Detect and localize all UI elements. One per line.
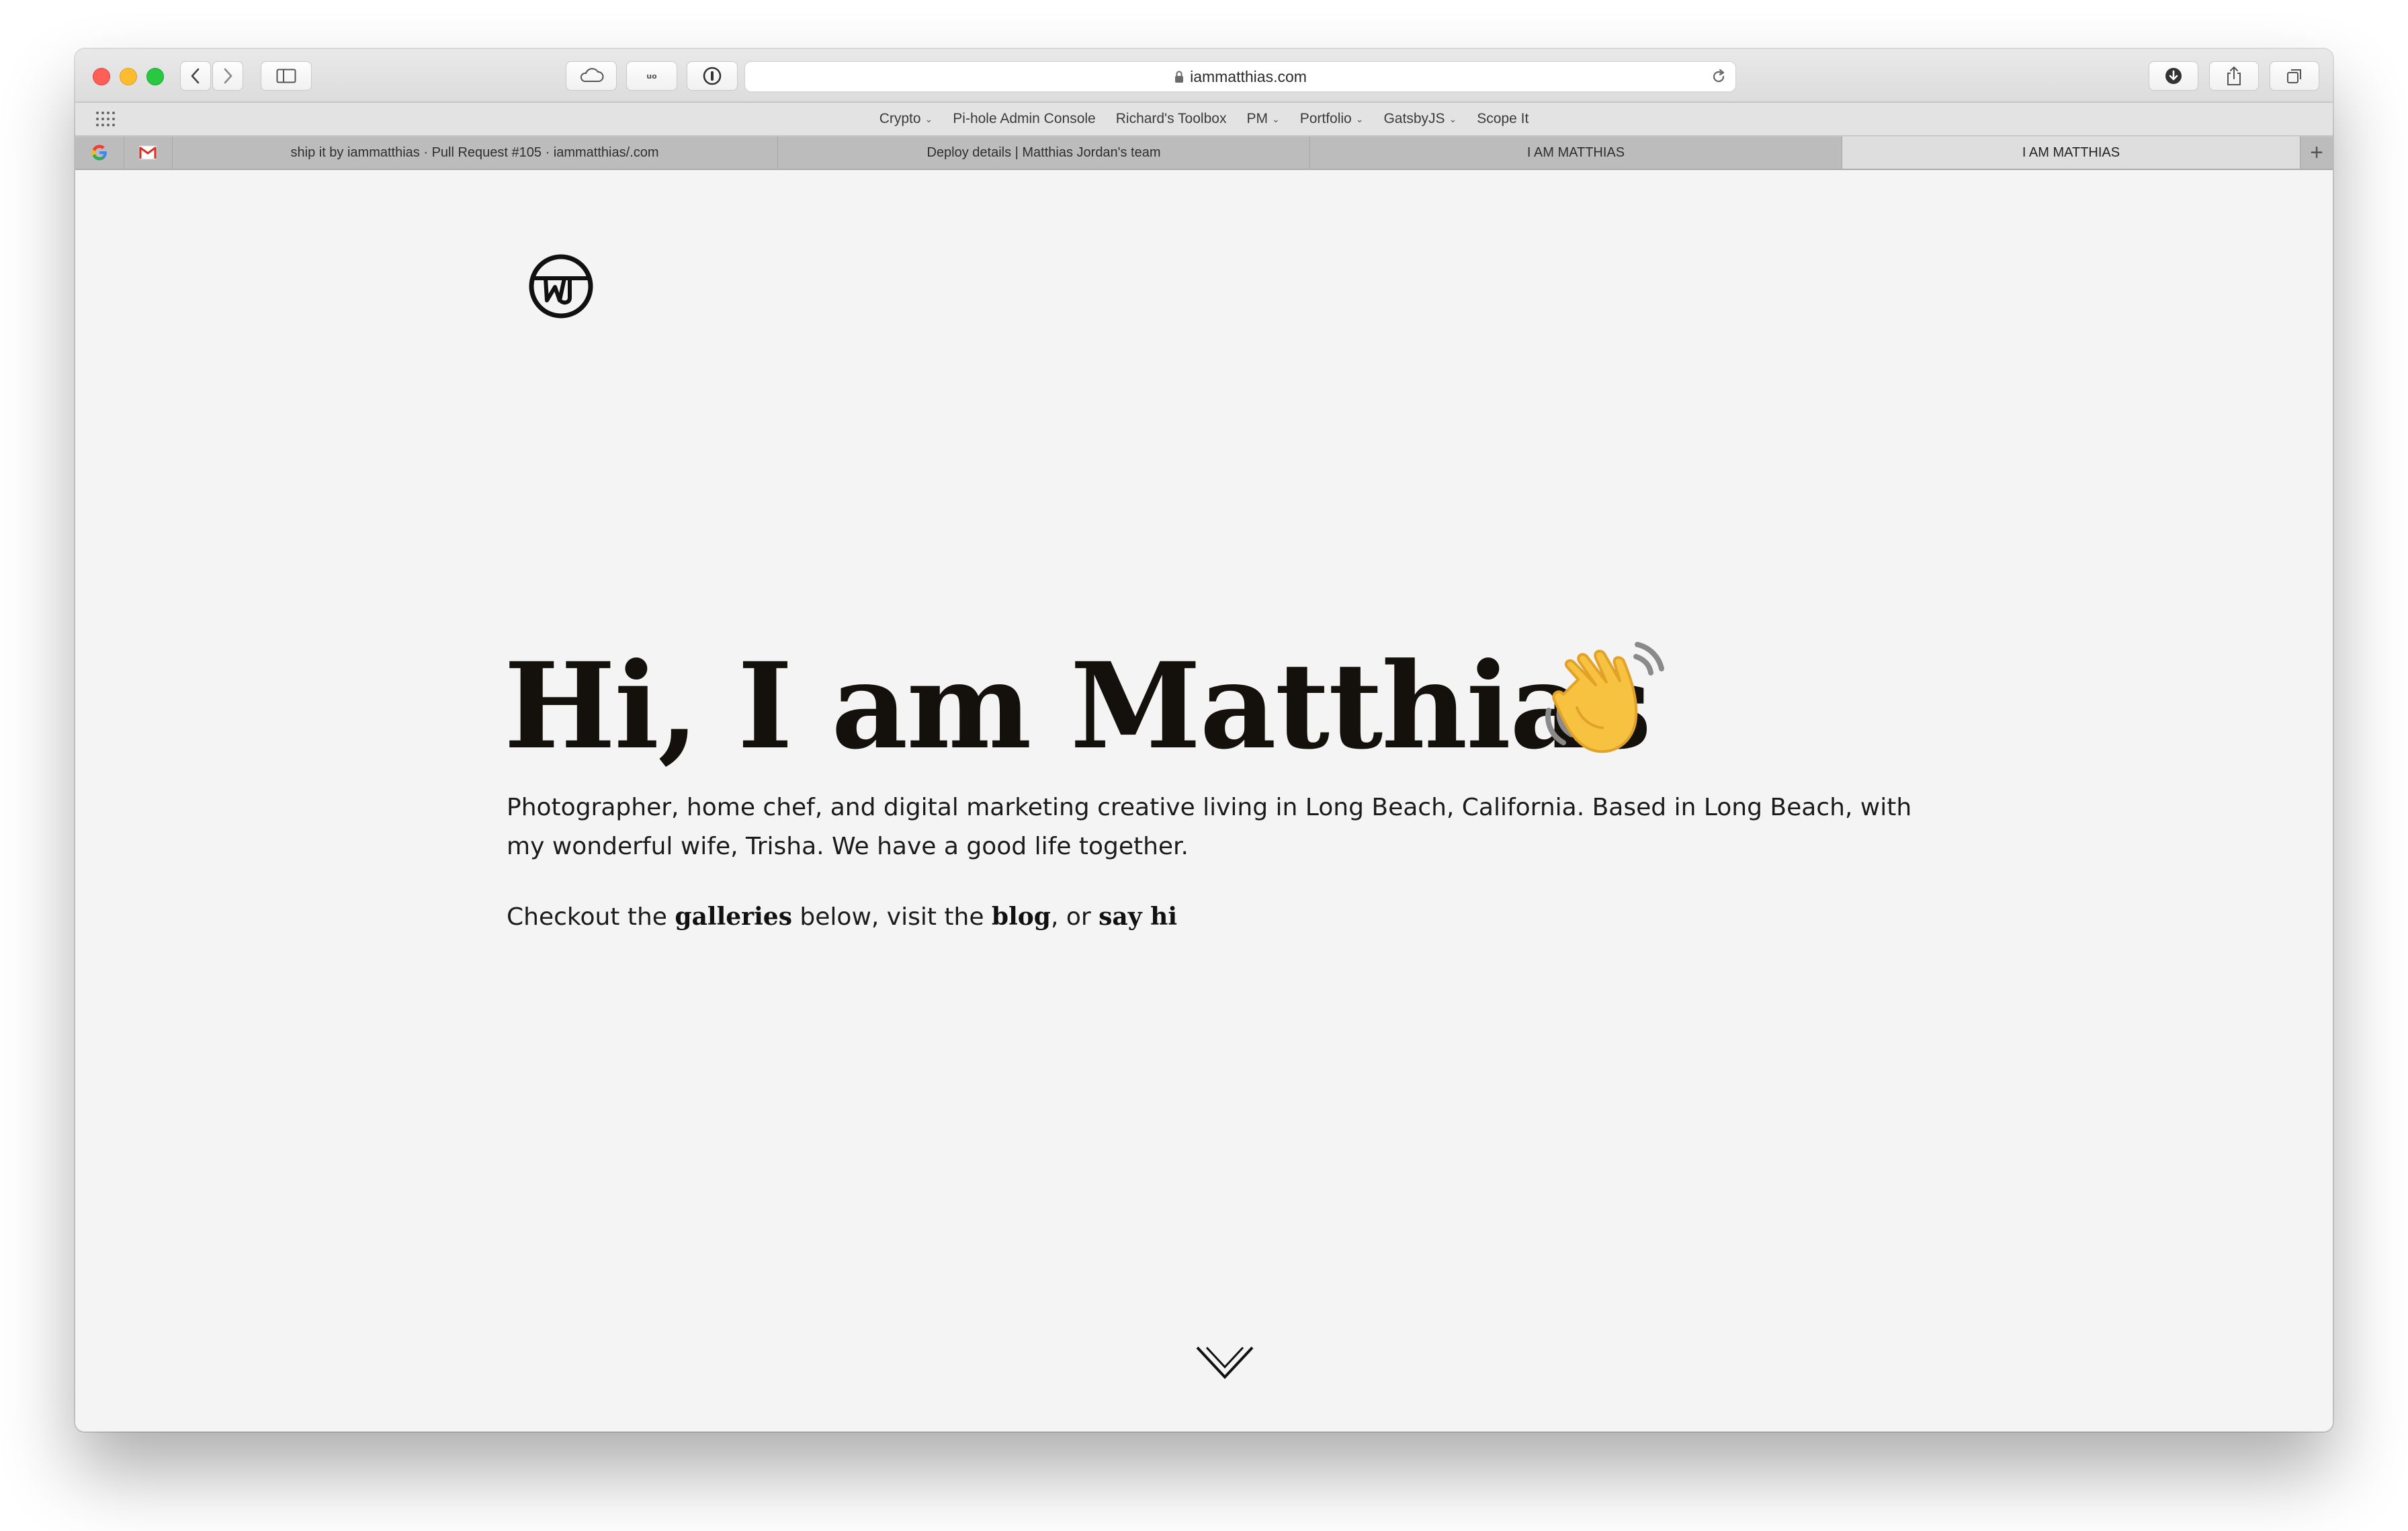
chevron-down-icon: ⌄ xyxy=(1271,113,1280,124)
waving-hand-icon xyxy=(1545,642,1664,753)
icloud-tabs-button[interactable] xyxy=(566,61,617,91)
cloud-icon xyxy=(580,68,604,82)
browser-tab[interactable]: Deploy details | Matthias Jordan's team xyxy=(778,136,1310,169)
ublock-icon: uo xyxy=(646,72,657,81)
download-icon xyxy=(2165,68,2182,84)
share-icon xyxy=(2227,67,2241,85)
chevron-right-icon xyxy=(224,68,232,84)
share-button[interactable] xyxy=(2209,61,2259,91)
url-text: iammatthias.com xyxy=(1190,67,1307,85)
favorite-gatsbyjs[interactable]: GatsbyJS ⌄ xyxy=(1383,111,1457,127)
forward-button[interactable] xyxy=(212,61,243,91)
browser-toolbar: uo iammatthias.com xyxy=(75,49,2333,103)
favorite-crypto[interactable]: Crypto ⌄ xyxy=(879,111,933,127)
minimize-window-button[interactable] xyxy=(120,68,137,85)
favorite-richards-toolbox[interactable]: Richard's Toolbox xyxy=(1116,111,1227,127)
favorite-scope-it[interactable]: Scope It xyxy=(1477,111,1529,127)
favorite-pihole[interactable]: Pi-hole Admin Console xyxy=(953,111,1095,127)
close-window-button[interactable] xyxy=(93,68,110,85)
password-extension-button[interactable] xyxy=(687,61,738,91)
browser-window: uo iammatthias.com Crypto ⌄ Pi-hole Admi… xyxy=(75,49,2333,1432)
google-icon xyxy=(91,144,107,161)
sidebar-icon xyxy=(276,69,296,83)
zoom-window-button[interactable] xyxy=(146,68,164,85)
chevron-left-icon xyxy=(191,68,200,84)
ublock-extension-button[interactable]: uo xyxy=(626,61,677,91)
chevron-down-icon: ⌄ xyxy=(924,113,933,124)
chevron-down-icon[interactable] xyxy=(1195,1343,1255,1381)
tab-bar: ship it by iammatthias · Pull Request #1… xyxy=(75,136,2333,170)
blog-link[interactable]: blog xyxy=(992,903,1051,931)
favorite-portfolio[interactable]: Portfolio ⌄ xyxy=(1300,111,1364,127)
chevron-down-icon: ⌄ xyxy=(1449,113,1457,124)
tab-overview-button[interactable] xyxy=(2270,61,2319,91)
intro-paragraph: Photographer, home chef, and digital mar… xyxy=(507,794,1912,860)
say-hi-link[interactable]: say hi xyxy=(1099,903,1177,931)
mj-monogram-icon[interactable] xyxy=(528,253,594,319)
info-circle-icon xyxy=(703,67,722,85)
new-tab-button[interactable]: + xyxy=(2300,136,2333,169)
svg-text:uo: uo xyxy=(646,72,657,81)
chevron-down-icon: ⌄ xyxy=(1355,113,1364,124)
reload-icon[interactable] xyxy=(1710,68,1727,85)
downloads-button[interactable] xyxy=(2149,61,2198,91)
plus-icon: + xyxy=(2310,139,2323,165)
lock-icon xyxy=(1175,71,1184,83)
back-button[interactable] xyxy=(180,61,211,91)
cta-line: Checkout the galleries below, visit the … xyxy=(507,903,1178,931)
favorite-pm[interactable]: PM ⌄ xyxy=(1246,111,1279,127)
pinned-tab-google[interactable] xyxy=(75,136,124,169)
browser-tab[interactable]: I AM MATTHIAS xyxy=(1310,136,1842,169)
browser-tab[interactable]: ship it by iammatthias · Pull Request #1… xyxy=(172,136,778,169)
galleries-link[interactable]: galleries xyxy=(675,903,792,931)
page-content: Hi, I am Matthias Photographer, home che… xyxy=(75,170,2333,1432)
address-bar[interactable]: iammatthias.com xyxy=(744,61,1736,92)
tabs-overview-icon xyxy=(2287,69,2301,83)
gmail-icon xyxy=(138,145,157,160)
sidebar-toggle-button[interactable] xyxy=(261,61,312,91)
pinned-tab-gmail[interactable] xyxy=(124,136,173,169)
browser-tab-active[interactable]: I AM MATTHIAS xyxy=(1842,136,2300,169)
page-title: Hi, I am Matthias xyxy=(504,636,1651,776)
favorites-bar: Crypto ⌄ Pi-hole Admin Console Richard's … xyxy=(75,103,2333,136)
